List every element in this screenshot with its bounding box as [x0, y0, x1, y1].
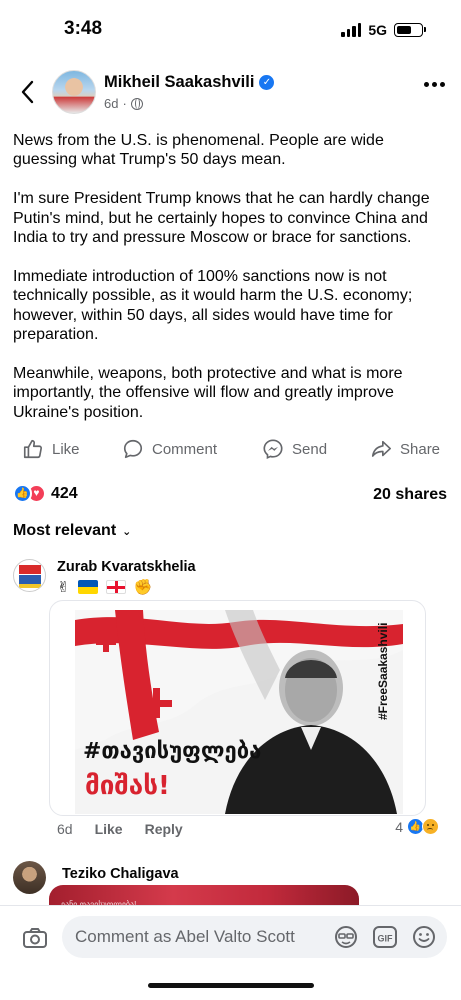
send-button[interactable]: Send: [262, 438, 327, 460]
share-button[interactable]: Share: [370, 438, 440, 460]
post-meta: 6d ·: [104, 96, 143, 111]
battery-icon: [394, 23, 426, 37]
comments-sort-dropdown[interactable]: Most relevant ⌄: [13, 522, 131, 540]
shares-count[interactable]: 20 shares: [373, 486, 447, 504]
comment-image-attachment[interactable]: #FreeSaakashvili #თავისუფლება მიშას!: [49, 600, 426, 816]
reactions-summary[interactable]: 👍 ♥ 424: [13, 484, 78, 503]
post-header: Mikheil Saakashvili ✓ 6d ·: [0, 68, 461, 118]
avatar-sticker-icon: [335, 926, 357, 948]
author-name-text[interactable]: Mikheil Saakashvili: [104, 73, 254, 92]
home-indicator[interactable]: [148, 983, 314, 988]
raised-fist-icon: ✊: [133, 579, 153, 596]
post-paragraph: News from the U.S. is phenomenal. People…: [13, 132, 384, 169]
victory-hand-icon: ✌: [57, 579, 70, 596]
author-avatar[interactable]: [52, 70, 96, 114]
commenter-avatar[interactable]: [13, 559, 46, 592]
post-paragraph: I'm sure President Trump knows that he c…: [13, 190, 430, 247]
send-label: Send: [292, 440, 328, 458]
comment-button[interactable]: Comment: [122, 438, 217, 460]
camera-button[interactable]: [21, 924, 49, 952]
poster-hashtag: #FreeSaakashvili: [376, 623, 390, 720]
poster-slogan-line1: #თავისუფლება: [83, 739, 261, 764]
post-paragraph: Immediate introduction of 100% sanctions…: [13, 267, 413, 344]
comment-label: Comment: [152, 440, 218, 458]
status-time: 3:48: [64, 18, 103, 39]
comment-reaction-count: 4: [395, 818, 403, 835]
like-button[interactable]: Like: [22, 438, 80, 460]
more-options-button[interactable]: [424, 82, 445, 87]
post-body: News from the U.S. is phenomenal. People…: [13, 131, 449, 441]
globe-icon: [130, 97, 143, 110]
commenter-name[interactable]: Zurab Kvaratskhelia: [57, 559, 196, 575]
gif-button[interactable]: GIF: [372, 924, 398, 955]
comment-meta: 6d Like Reply: [57, 821, 183, 837]
status-bar: 3:48 5G: [0, 0, 461, 60]
ukraine-flag-icon: [77, 580, 98, 594]
chevron-down-icon: ⌄: [122, 525, 132, 538]
signal-icon: [341, 22, 362, 37]
comment-text: ✌ ✊: [57, 578, 152, 596]
network-label: 5G: [368, 22, 387, 38]
georgia-flag-icon: [105, 580, 126, 594]
comment-bubble-icon: [123, 439, 143, 459]
messenger-icon: [263, 439, 283, 459]
poster-slogan-line2: მიშას!: [85, 771, 170, 801]
comment-reactions[interactable]: 4 👍: [395, 818, 439, 835]
reaction-count: 424: [51, 484, 78, 502]
post-time[interactable]: 6d: [104, 96, 118, 111]
svg-text:GIF: GIF: [378, 934, 394, 944]
avatar-sticker-button[interactable]: [333, 924, 359, 955]
thumbs-up-icon: [23, 439, 43, 459]
free-saakashvili-poster: #FreeSaakashvili #თავისუფლება მიშას!: [75, 610, 403, 814]
commenter-name[interactable]: Teziko Chaligava: [62, 866, 179, 882]
sad-reaction-icon: [422, 818, 439, 835]
comment-reply-button[interactable]: Reply: [145, 821, 183, 837]
status-icons: 5G: [341, 22, 426, 38]
comment-time: 6d: [57, 821, 73, 837]
comment-like-button[interactable]: Like: [95, 821, 123, 837]
post-actions: Like Comment Send Share: [0, 438, 461, 466]
gif-icon: GIF: [373, 926, 397, 948]
camera-icon: [23, 928, 47, 948]
commenter-avatar[interactable]: [13, 861, 46, 894]
share-arrow-icon: [371, 440, 391, 457]
emoji-button[interactable]: [411, 924, 437, 955]
post-paragraph: Meanwhile, weapons, both protective and …: [13, 364, 403, 421]
emoji-icon: [413, 926, 435, 948]
sort-label: Most relevant: [13, 522, 117, 539]
chevron-left-icon: [21, 80, 34, 104]
back-button[interactable]: [16, 78, 38, 106]
author-name[interactable]: Mikheil Saakashvili ✓: [104, 73, 275, 92]
like-label: Like: [52, 440, 80, 458]
share-label: Share: [400, 440, 441, 458]
verified-badge-icon: ✓: [259, 75, 275, 90]
like-reaction-icon: 👍: [13, 484, 32, 503]
